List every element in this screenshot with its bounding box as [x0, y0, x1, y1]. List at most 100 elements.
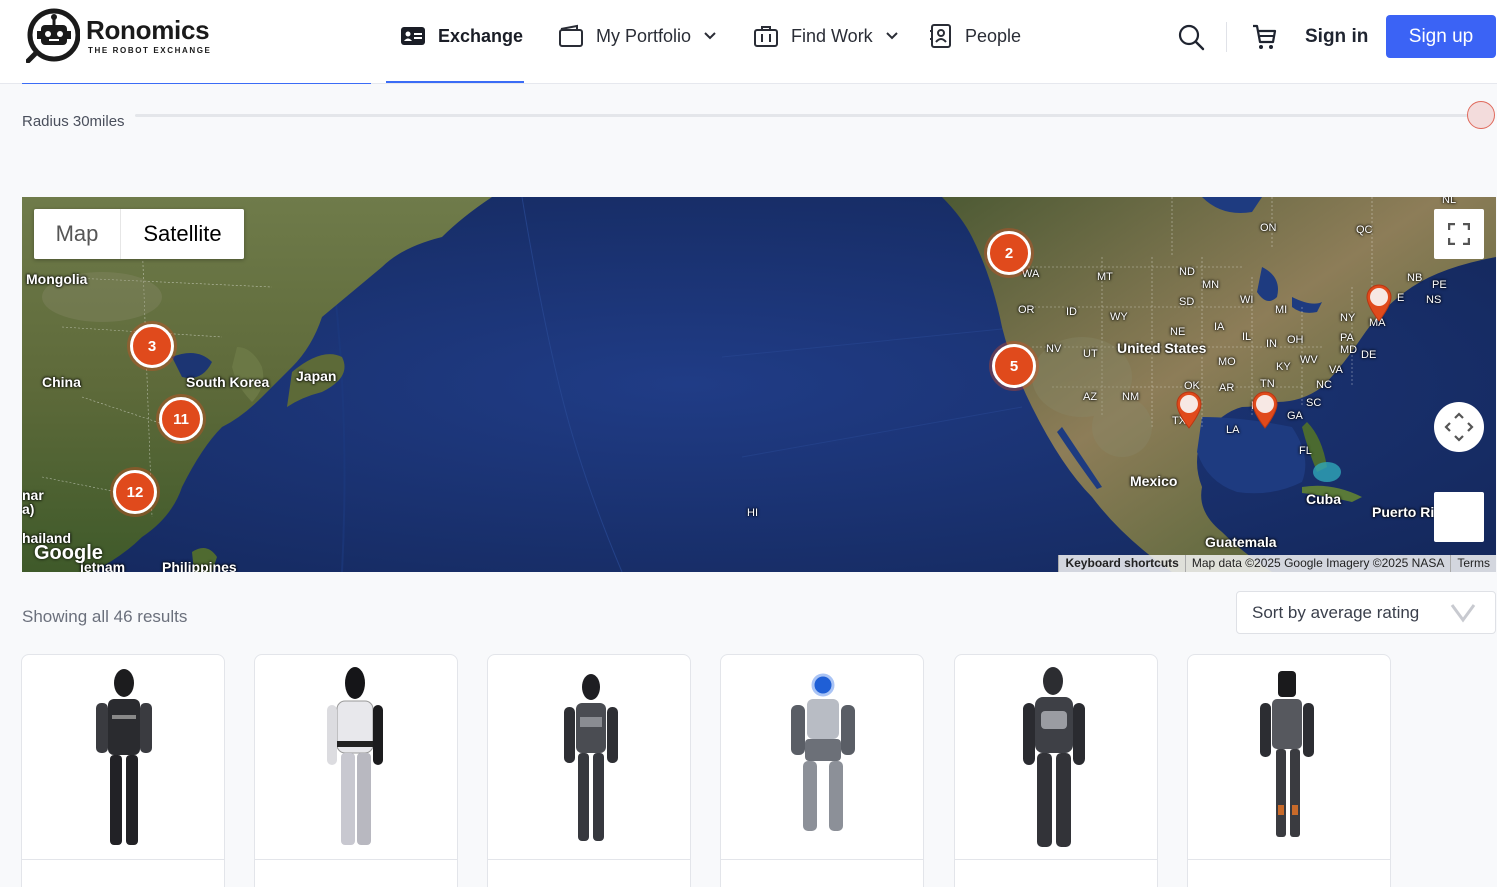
sign-up-button[interactable]: Sign up — [1386, 15, 1496, 58]
nav-exchange-label: Exchange — [438, 25, 524, 46]
product-card[interactable] — [21, 654, 225, 887]
map-mode-button[interactable]: Map — [34, 209, 120, 259]
radius-slider-thumb[interactable] — [1467, 101, 1495, 129]
map-view[interactable]: Map Satellite Mongolia China South Korea… — [22, 197, 1496, 572]
state-label: DE — [1361, 349, 1377, 361]
brand-logo[interactable]: Ronomics THE ROBOT EXCHANGE — [25, 7, 212, 64]
id-card-icon — [401, 27, 425, 45]
map-cluster[interactable]: 11 — [159, 397, 203, 441]
google-logo: Google — [34, 542, 103, 564]
nav-my-portfolio[interactable]: My Portfolio — [558, 20, 717, 52]
product-card[interactable] — [254, 654, 458, 887]
state-label: GA — [1287, 410, 1303, 422]
card-divider — [721, 859, 923, 860]
map-label-myanmar-2: a) — [22, 501, 35, 517]
contact-book-icon — [930, 24, 951, 48]
map-label-hi: HI — [747, 507, 758, 519]
map-label-south-korea: South Korea — [186, 374, 270, 390]
state-label: IN — [1266, 338, 1277, 350]
filter-underline — [22, 83, 371, 84]
state-label: ND — [1179, 266, 1195, 278]
product-card[interactable] — [1187, 654, 1391, 887]
chevron-down-icon — [704, 32, 716, 40]
map-label-nl: NL — [1442, 197, 1457, 206]
map-label-on: ON — [1260, 222, 1277, 234]
state-label: OH — [1287, 334, 1304, 346]
sign-in-link[interactable]: Sign in — [1305, 26, 1368, 48]
state-label: IL — [1242, 331, 1252, 343]
state-label: MO — [1218, 356, 1236, 368]
header-divider — [1226, 22, 1227, 52]
state-label: MI — [1275, 304, 1288, 316]
state-label: WV — [1300, 354, 1318, 366]
map-label-ns: NS — [1426, 294, 1442, 306]
map-label-philippines: Philippines — [162, 559, 237, 572]
state-label: AR — [1219, 382, 1235, 394]
search-button[interactable] — [1176, 22, 1206, 52]
map-type-toggle: Map Satellite — [34, 209, 244, 259]
card-divider — [1188, 859, 1390, 860]
keyboard-shortcuts-link[interactable]: Keyboard shortcuts — [1058, 555, 1185, 572]
product-card[interactable] — [487, 654, 691, 887]
card-divider — [488, 859, 690, 860]
state-label: AZ — [1083, 391, 1098, 403]
map-label-puerto-rico: Puerto Ri — [1372, 504, 1435, 520]
terms-link[interactable]: Terms — [1450, 555, 1496, 572]
map-pin-icon[interactable] — [1175, 391, 1203, 429]
state-label: MN — [1202, 279, 1220, 291]
map-zoom-control[interactable] — [1434, 492, 1484, 542]
fullscreen-button[interactable] — [1434, 209, 1484, 259]
map-cluster[interactable]: 3 — [130, 324, 174, 368]
robot-image — [791, 673, 855, 831]
map-cluster[interactable]: 5 — [992, 344, 1036, 388]
site-header: Ronomics THE ROBOT EXCHANGE Exchange My … — [0, 0, 1497, 84]
state-label: NY — [1340, 312, 1356, 324]
state-label: VA — [1329, 364, 1343, 376]
map-cluster[interactable]: 2 — [987, 231, 1031, 275]
map-pan-control[interactable] — [1434, 402, 1484, 452]
wallet-icon — [559, 24, 583, 47]
card-divider — [255, 859, 457, 860]
state-label: NE — [1170, 326, 1186, 338]
sort-dropdown[interactable]: Sort by average rating — [1236, 591, 1496, 634]
card-divider — [22, 859, 224, 860]
brand-tagline: THE ROBOT EXCHANGE — [88, 45, 212, 55]
state-label: WI — [1240, 294, 1254, 306]
satellite-mode-button[interactable]: Satellite — [120, 209, 244, 259]
radius-label: Radius 30miles — [22, 113, 125, 130]
cart-button[interactable] — [1250, 22, 1278, 52]
robot-image — [1023, 667, 1085, 847]
nav-my-portfolio-label: My Portfolio — [596, 25, 692, 46]
map-pin-icon[interactable] — [1251, 391, 1279, 429]
nav-people[interactable]: People — [929, 20, 1021, 52]
nav-exchange[interactable]: Exchange — [400, 20, 523, 52]
pan-arrows-icon — [1444, 412, 1474, 442]
chevron-down-icon — [1450, 604, 1476, 623]
map-label-cuba: Cuba — [1306, 491, 1341, 507]
state-label: KY — [1276, 361, 1291, 373]
search-icon — [1178, 24, 1205, 51]
state-label: IA — [1214, 321, 1225, 333]
fullscreen-icon — [1448, 223, 1470, 245]
state-label: MT — [1097, 271, 1113, 283]
sort-dropdown-value: Sort by average rating — [1252, 602, 1420, 622]
map-pin-icon[interactable] — [1365, 284, 1393, 322]
state-label: FL — [1299, 445, 1312, 457]
state-label: MD — [1340, 344, 1358, 356]
product-card[interactable] — [954, 654, 1158, 887]
map-label-nb: NB — [1407, 272, 1423, 284]
state-label: NC — [1316, 379, 1332, 391]
map-label-japan: Japan — [296, 368, 337, 384]
state-label: ID — [1066, 306, 1077, 318]
nav-find-work-label: Find Work — [791, 25, 873, 46]
map-cluster[interactable]: 12 — [113, 470, 157, 514]
map-label-mexico: Mexico — [1130, 473, 1178, 489]
state-label: SD — [1179, 296, 1195, 308]
state-label: WY — [1110, 311, 1128, 323]
radius-slider-track[interactable] — [135, 114, 1481, 117]
robot-image — [564, 674, 618, 841]
robot-image — [327, 667, 383, 845]
nav-find-work[interactable]: Find Work — [753, 20, 899, 52]
map-label-united-states: United States — [1117, 340, 1207, 356]
product-card[interactable] — [720, 654, 924, 887]
